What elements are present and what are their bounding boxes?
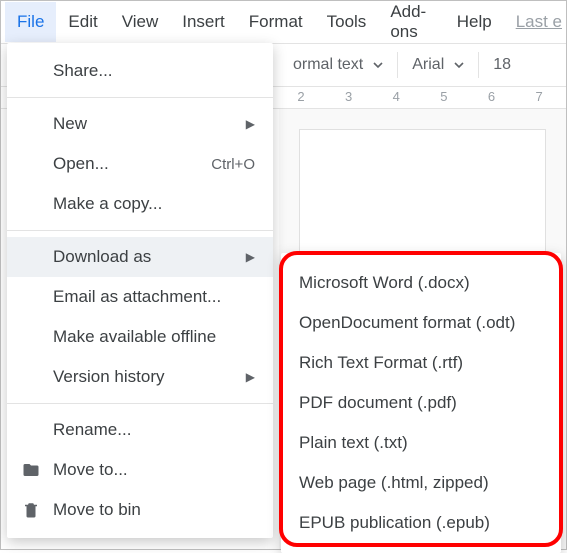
paragraph-style-label: ormal text — [293, 56, 363, 74]
menubar: File Edit View Insert Format Tools Add-o… — [1, 1, 566, 43]
submenu-label: Web page (.html, zipped) — [299, 473, 489, 493]
submenu-item-txt[interactable]: Plain text (.txt) — [281, 423, 561, 463]
menu-label: Move to... — [53, 460, 128, 480]
chevron-down-icon — [373, 60, 383, 70]
font-size-field[interactable]: 18 — [479, 44, 525, 86]
menu-item-email-attachment[interactable]: Email as attachment... — [7, 277, 273, 317]
chevron-right-icon: ▶ — [246, 250, 255, 264]
download-as-submenu: Microsoft Word (.docx) OpenDocument form… — [281, 253, 561, 553]
menu-file[interactable]: File — [5, 2, 56, 42]
menu-item-new[interactable]: New ▶ — [7, 104, 273, 144]
font-label: Arial — [412, 56, 444, 74]
submenu-label: Plain text (.txt) — [299, 433, 408, 453]
menu-label: Move to bin — [53, 500, 141, 520]
file-menu-dropdown: Share... New ▶ Open... Ctrl+O Make a cop… — [7, 43, 273, 538]
submenu-label: EPUB publication (.epub) — [299, 513, 490, 533]
menu-label: New — [53, 114, 87, 134]
submenu-label: PDF document (.pdf) — [299, 393, 457, 413]
paragraph-style-dropdown[interactable]: ormal text — [279, 44, 397, 86]
menu-item-move-to-bin[interactable]: Move to bin — [7, 490, 273, 530]
chevron-right-icon: ▶ — [246, 370, 255, 384]
submenu-item-html[interactable]: Web page (.html, zipped) — [281, 463, 561, 503]
ruler-ticks: 2 3 4 5 6 7 8 — [279, 87, 566, 108]
ruler-label: 2 — [279, 89, 323, 104]
submenu-item-pdf[interactable]: PDF document (.pdf) — [281, 383, 561, 423]
menu-item-make-copy[interactable]: Make a copy... — [7, 184, 273, 224]
menu-label: Version history — [53, 367, 165, 387]
menu-separator — [7, 403, 273, 404]
menu-item-share[interactable]: Share... — [7, 51, 273, 91]
menu-item-rename[interactable]: Rename... — [7, 410, 273, 450]
menu-label: Email as attachment... — [53, 287, 221, 307]
submenu-item-epub[interactable]: EPUB publication (.epub) — [281, 503, 561, 543]
menu-item-make-offline[interactable]: Make available offline — [7, 317, 273, 357]
trash-icon — [21, 500, 41, 520]
menu-format[interactable]: Format — [237, 2, 315, 42]
menu-insert[interactable]: Insert — [170, 2, 237, 42]
menu-label: Make available offline — [53, 327, 216, 347]
menu-label: Download as — [53, 247, 151, 267]
ruler-label: 4 — [374, 89, 418, 104]
chevron-right-icon: ▶ — [246, 117, 255, 131]
font-size-value: 18 — [493, 56, 511, 74]
menu-label: Share... — [53, 61, 113, 81]
menu-separator — [7, 97, 273, 98]
submenu-label: Microsoft Word (.docx) — [299, 273, 470, 293]
submenu-item-odt[interactable]: OpenDocument format (.odt) — [281, 303, 561, 343]
font-dropdown[interactable]: Arial — [398, 44, 478, 86]
ruler-label: 3 — [327, 89, 371, 104]
menu-separator — [7, 230, 273, 231]
menu-tools[interactable]: Tools — [315, 2, 379, 42]
menu-label: Open... — [53, 154, 109, 174]
ruler-label: 6 — [470, 89, 514, 104]
ruler-label: 7 — [517, 89, 561, 104]
menu-view[interactable]: View — [110, 2, 171, 42]
menu-label: Rename... — [53, 420, 131, 440]
menu-item-open[interactable]: Open... Ctrl+O — [7, 144, 273, 184]
menu-label: Make a copy... — [53, 194, 162, 214]
submenu-item-docx[interactable]: Microsoft Word (.docx) — [281, 263, 561, 303]
submenu-label: Rich Text Format (.rtf) — [299, 353, 463, 373]
submenu-item-rtf[interactable]: Rich Text Format (.rtf) — [281, 343, 561, 383]
menu-item-download-as[interactable]: Download as ▶ — [7, 237, 273, 277]
menu-item-version-history[interactable]: Version history ▶ — [7, 357, 273, 397]
last-edit-link[interactable]: Last e — [504, 2, 566, 42]
chevron-down-icon — [454, 60, 464, 70]
menu-shortcut: Ctrl+O — [211, 156, 255, 173]
menu-help[interactable]: Help — [445, 2, 504, 42]
ruler-label: 5 — [422, 89, 466, 104]
menu-edit[interactable]: Edit — [56, 2, 109, 42]
folder-icon — [21, 460, 41, 480]
menu-item-move-to[interactable]: Move to... — [7, 450, 273, 490]
submenu-label: OpenDocument format (.odt) — [299, 313, 515, 333]
